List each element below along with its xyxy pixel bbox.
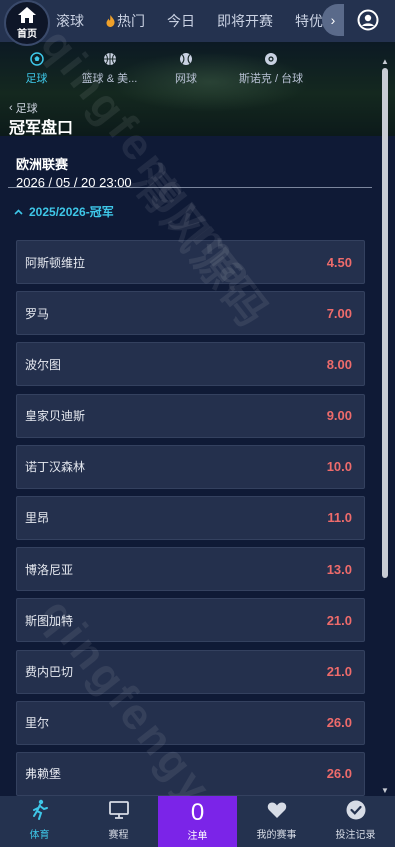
tennis-ball-icon <box>180 53 192 65</box>
selection-row[interactable]: 斯图加特 21.0 <box>16 598 365 643</box>
bottom-tab-my-events-label: 我的赛事 <box>256 830 297 841</box>
market-header[interactable]: 2025/2026-冠军 <box>14 203 114 220</box>
odds-value: 13.0 <box>326 561 352 577</box>
runner-icon <box>32 799 48 820</box>
odds-value: 4.50 <box>326 254 352 270</box>
sport-tab-basketball[interactable]: 篮球 & 美... <box>73 42 146 92</box>
sport-tabs: 足球 篮球 & 美... 网球 斯诺克 / 台球 <box>0 42 395 92</box>
chevron-left-icon: ‹ <box>9 102 13 114</box>
billiard-ball-icon <box>265 53 277 65</box>
event-name: 欧洲联赛 <box>16 157 69 172</box>
selection-row[interactable]: 里尔 26.0 <box>16 700 365 745</box>
team-name: 费内巴切 <box>25 665 74 679</box>
bottom-tab-sports-label: 体育 <box>29 830 50 841</box>
odds-value: 10.0 <box>326 459 352 475</box>
divider <box>8 187 372 188</box>
bottom-tab-sports[interactable]: 体育 <box>0 796 79 847</box>
scroll-up-arrow-icon[interactable]: ▲ <box>380 58 390 66</box>
team-name: 斯图加特 <box>25 613 74 628</box>
bottom-tab-schedule-label: 赛程 <box>108 830 129 841</box>
sport-tab-snooker[interactable]: 斯诺克 / 台球 <box>226 42 316 92</box>
heart-icon <box>267 802 286 818</box>
sport-tab-basketball-label: 篮球 & 美... <box>81 73 138 85</box>
user-profile-icon[interactable] <box>357 9 379 31</box>
sport-banner: 足球 篮球 & 美... 网球 斯诺克 / 台球 ‹ 足球 冠军盘口 <box>0 42 395 136</box>
bottom-tab-my-events[interactable]: 我的赛事 <box>237 796 316 847</box>
sport-tab-snooker-label: 斯诺克 / 台球 <box>238 73 304 85</box>
sport-tab-soccer-label: 足球 <box>25 73 48 85</box>
selection-list: 阿斯顿维拉 4.50 罗马 7.00 波尔图 8.00 皇家贝迪斯 9.00 诺丁汉森林… <box>16 240 365 803</box>
team-name: 博洛尼亚 <box>25 562 74 577</box>
bottom-tab-bet-history[interactable]: 投注记录 <box>316 796 395 847</box>
sport-tab-tennis[interactable]: 网球 <box>146 42 226 92</box>
bottom-tab-bar: 体育 赛程 0 注单 我的赛事 投注记录 <box>0 796 395 847</box>
bottom-tab-schedule[interactable]: 赛程 <box>79 796 158 847</box>
selection-row[interactable]: 罗马 7.00 <box>16 291 365 336</box>
scrollbar[interactable]: ▲ ▼ <box>380 58 390 795</box>
team-name: 弗赖堡 <box>25 767 62 782</box>
selection-row[interactable]: 阿斯顿维拉 4.50 <box>16 240 365 284</box>
tab-upcoming[interactable]: 即将开赛 <box>217 11 273 31</box>
event-header: 欧洲联赛 2026 / 05 / 20 23:00 <box>16 154 132 190</box>
selection-row[interactable]: 里昂 11.0 <box>16 495 365 540</box>
tab-hot-label: 热门 <box>117 13 145 29</box>
sport-tab-soccer[interactable]: 足球 <box>0 42 73 92</box>
bottom-tab-bet-history-label: 投注记录 <box>335 830 376 841</box>
tab-today[interactable]: 今日 <box>167 11 195 31</box>
tab-live[interactable]: 滚球 <box>56 11 84 31</box>
odds-value: 21.0 <box>326 664 352 679</box>
basketball-icon <box>103 53 116 65</box>
selection-row[interactable]: 弗赖堡 26.0 <box>16 751 365 796</box>
home-button[interactable]: 首页 <box>4 0 50 46</box>
market-title: 2025/2026-冠军 <box>29 205 114 219</box>
selection-row[interactable]: 诺丁汉森林 10.0 <box>16 444 365 489</box>
odds-value: 7.00 <box>326 305 352 321</box>
team-name: 波尔图 <box>25 357 62 372</box>
bet-slip-label: 注单 <box>187 831 208 842</box>
tab-today-label: 今日 <box>167 13 195 29</box>
bet-slip-count: 0 <box>190 799 205 826</box>
page-title: 冠军盘口 <box>9 120 74 136</box>
selection-row[interactable]: 博洛尼亚 13.0 <box>16 547 365 592</box>
selection-row[interactable]: 费内巴切 21.0 <box>16 649 365 694</box>
nav-tabs: 滚球 热门 今日 即将开赛 特优赔 <box>56 0 337 42</box>
odds-value: 26.0 <box>326 766 352 782</box>
chevron-up-icon <box>14 208 23 215</box>
team-name: 皇家贝迪斯 <box>25 409 86 424</box>
tab-hot[interactable]: 热门 <box>106 11 145 31</box>
team-name: 里昂 <box>25 511 50 526</box>
team-name: 罗马 <box>25 306 50 321</box>
odds-value: 26.0 <box>326 715 352 731</box>
bet-slip-button[interactable]: 0 注单 <box>158 796 237 847</box>
odds-value: 8.00 <box>326 356 352 372</box>
monitor-icon <box>108 801 129 819</box>
selection-row[interactable]: 波尔图 8.00 <box>16 342 365 387</box>
tab-upcoming-label: 即将开赛 <box>217 13 273 29</box>
odds-value: 21.0 <box>326 612 352 628</box>
tab-live-label: 滚球 <box>56 13 84 29</box>
odds-value: 9.00 <box>326 408 352 424</box>
scrollbar-thumb[interactable] <box>382 68 388 578</box>
home-label: 首页 <box>17 29 37 40</box>
team-name: 里尔 <box>25 716 50 731</box>
odds-value: 11.0 <box>327 510 352 526</box>
flame-icon <box>106 15 115 27</box>
check-circle-icon <box>346 800 365 820</box>
top-nav: 首页 滚球 热门 今日 即将开赛 特优赔 › <box>0 0 395 46</box>
selection-row[interactable]: 皇家贝迪斯 9.00 <box>16 393 365 438</box>
soccer-ball-icon <box>29 52 44 66</box>
team-name: 诺丁汉森林 <box>25 460 86 475</box>
sport-tab-tennis-label: 网球 <box>175 73 197 85</box>
chevron-right-icon: › <box>330 12 336 28</box>
home-icon <box>18 7 36 23</box>
scroll-down-arrow-icon[interactable]: ▼ <box>380 787 390 795</box>
team-name: 阿斯顿维拉 <box>25 255 86 270</box>
